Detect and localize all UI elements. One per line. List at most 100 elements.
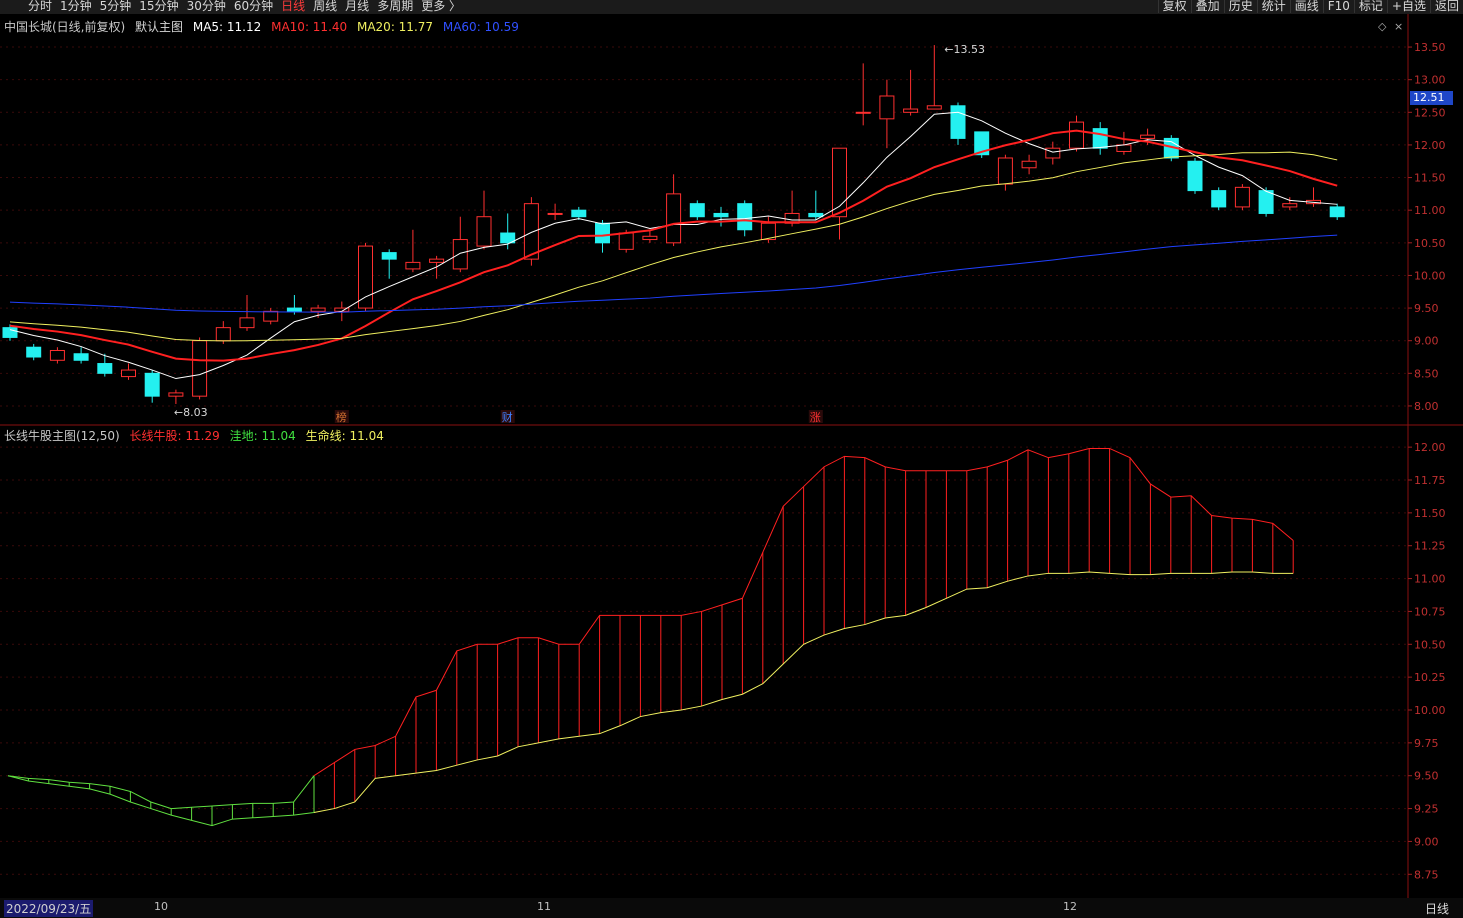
y-tick-label: 10.50	[1414, 237, 1446, 250]
tool-button[interactable]: 复权	[1157, 0, 1191, 13]
event-tag: 涨	[810, 411, 821, 424]
tool-button[interactable]: 统计	[1256, 0, 1290, 13]
tool-button[interactable]: 返回	[1429, 0, 1463, 13]
period-indicator[interactable]: 日线	[1425, 900, 1449, 917]
period-tab[interactable]: 5分钟	[96, 0, 136, 13]
candle-body	[26, 346, 42, 358]
candle-body	[713, 212, 729, 218]
candle-body	[144, 372, 160, 397]
event-tag: 榜	[336, 410, 347, 424]
tool-buttons: 复权 叠加 历史 统计 画线 F10 标记 +自选 返回	[1157, 0, 1463, 13]
low-marker: ←8.03	[174, 406, 208, 419]
candle-body	[1211, 190, 1227, 208]
candle-body	[239, 317, 255, 329]
candle-body	[1282, 203, 1298, 208]
candle-body	[1234, 186, 1250, 208]
period-tab[interactable]: 60分钟	[230, 0, 277, 13]
y-tick-label: 9.50	[1414, 302, 1439, 315]
period-tab[interactable]: 分时	[24, 0, 56, 13]
high-marker: ←13.53	[944, 43, 985, 56]
candle-body	[666, 193, 682, 244]
candle-body	[310, 307, 326, 312]
y-tick-label: 10.25	[1414, 671, 1446, 684]
tool-button[interactable]: 标记	[1353, 0, 1387, 13]
candle-body	[192, 340, 208, 397]
bull-line-green	[7, 775, 315, 810]
candle-body	[1092, 128, 1108, 149]
candle-body	[1329, 206, 1345, 218]
candle-body	[1140, 134, 1156, 139]
month-label: 10	[154, 900, 168, 913]
period-tab[interactable]: 日线	[277, 0, 309, 13]
candle-body	[523, 203, 539, 260]
period-tabs: 分时 1分钟 5分钟 15分钟 30分钟 60分钟 日线 周线 月线 多周期 更多 〉	[24, 0, 465, 13]
y-tick-label: 13.00	[1414, 74, 1446, 87]
candle-body	[97, 363, 113, 374]
event-tag: 财	[502, 410, 513, 424]
candle-body	[286, 307, 302, 312]
candle-body	[476, 216, 492, 247]
candle-body	[926, 105, 942, 110]
y-tick-label: 8.00	[1414, 400, 1439, 413]
y-tick-label: 9.25	[1414, 803, 1439, 816]
y-tick-label: 11.75	[1414, 474, 1446, 487]
candle-body	[1258, 190, 1274, 214]
y-tick-label: 9.50	[1414, 770, 1439, 783]
y-tick-label: 10.50	[1414, 638, 1446, 651]
period-tab[interactable]: 周线	[309, 0, 341, 13]
candle-body	[49, 349, 65, 361]
y-tick-label: 10.75	[1414, 605, 1446, 618]
period-tab[interactable]: 1分钟	[56, 0, 96, 13]
period-tab[interactable]: 15分钟	[135, 0, 182, 13]
candle-body	[73, 353, 89, 361]
candle-body	[168, 392, 184, 397]
candle-body	[263, 310, 279, 322]
period-toolbar: 分时 1分钟 5分钟 15分钟 30分钟 60分钟 日线 周线 月线 多周期 更多 〉 复权 叠加 历史…	[0, 0, 1463, 14]
candle-body	[1069, 121, 1084, 149]
y-tick-label: 8.50	[1414, 367, 1439, 380]
candle-body	[903, 108, 919, 113]
candle-body	[879, 95, 895, 120]
candle-body	[1021, 160, 1037, 169]
tool-button[interactable]: +自选	[1386, 0, 1430, 13]
candle-body	[571, 209, 587, 218]
period-tab[interactable]: 月线	[341, 0, 373, 13]
tool-button[interactable]: F10	[1322, 0, 1354, 13]
y-tick-label: 12.00	[1414, 139, 1446, 152]
y-tick-label: 9.00	[1414, 335, 1439, 348]
tool-button[interactable]: 历史	[1223, 0, 1257, 13]
period-tab[interactable]: 多周期	[373, 0, 417, 13]
candle-body	[950, 105, 966, 139]
y-tick-label: 11.50	[1414, 507, 1446, 520]
y-tick-label: 13.50	[1414, 41, 1446, 54]
candle-body	[2, 327, 18, 338]
candle-body	[547, 212, 563, 215]
candle-body	[618, 232, 634, 250]
period-tab[interactable]: 30分钟	[183, 0, 230, 13]
tool-button[interactable]: 叠加	[1190, 0, 1224, 13]
candle-body	[1045, 147, 1061, 159]
y-tick-label: 11.50	[1414, 172, 1446, 185]
chart-canvas[interactable]: 13.50 13.00 12.50 12.00 11.50 11.00 10.50 10.00…	[0, 14, 1463, 898]
candle-body	[121, 369, 136, 378]
candle-body	[452, 239, 468, 270]
tool-button[interactable]: 画线	[1289, 0, 1323, 13]
candle-body	[429, 258, 445, 263]
y-tick-label: 10.00	[1414, 704, 1446, 717]
period-tab[interactable]: 更多 〉	[417, 0, 465, 13]
candle-body	[997, 157, 1013, 185]
y-tick-label: 12.50	[1414, 106, 1446, 119]
y-tick-label: 9.00	[1414, 835, 1439, 848]
month-label: 11	[537, 900, 551, 913]
current-price-tag: 12.51	[1410, 91, 1453, 105]
candle-body	[642, 235, 658, 241]
lifeline-green	[7, 775, 315, 827]
y-tick-label: 11.00	[1414, 573, 1446, 586]
y-tick-label: 12.00	[1414, 441, 1446, 454]
candle-body	[595, 222, 610, 244]
y-tick-label: 11.25	[1414, 540, 1446, 553]
candle-body	[737, 203, 753, 231]
candle-body	[855, 111, 871, 114]
y-tick-label: 8.75	[1414, 868, 1439, 881]
candle-body	[689, 203, 705, 218]
